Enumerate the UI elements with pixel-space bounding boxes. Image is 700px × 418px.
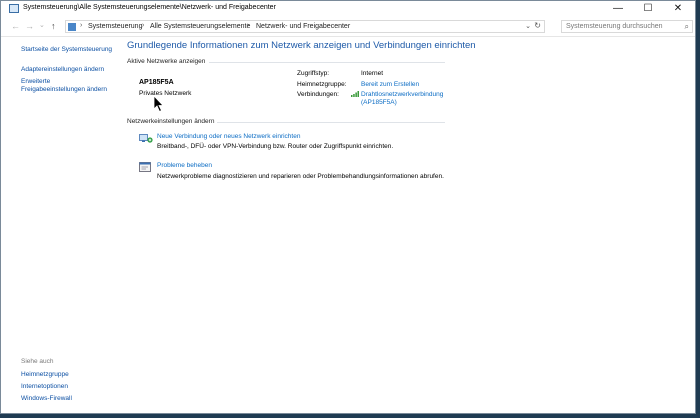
see-also-heading: Siehe auch	[21, 358, 54, 365]
connection-link-ssid[interactable]: (AP185F5A)	[361, 99, 397, 106]
section-divider	[209, 62, 445, 63]
breadcrumb-separator[interactable]: ›	[247, 22, 249, 29]
sidebar-link-advanced-line1[interactable]: Erweiterte	[21, 78, 50, 86]
connections-label: Verbindungen:	[297, 91, 339, 98]
close-button[interactable]: ✕	[663, 1, 693, 18]
troubleshoot-desc: Netzwerkprobleme diagnostizieren und rep…	[157, 173, 444, 180]
sidebar-link-advanced-line2[interactable]: Freigabeeinstellungen ändern	[21, 86, 107, 94]
access-type-value: Internet	[361, 70, 384, 77]
homegroup-label: Heimnetzgruppe:	[297, 81, 347, 88]
setup-connection-link[interactable]: Neue Verbindung oder neues Netzwerk einr…	[157, 133, 300, 140]
control-panel-icon	[68, 23, 76, 31]
maximize-button[interactable]: ☐	[633, 1, 663, 18]
address-bar[interactable]: › Systemsteuerung › Alle Systemsteuerung…	[65, 20, 545, 33]
explorer-window: Systemsteuerung\Alle Systemsteuerungsele…	[0, 0, 696, 414]
change-settings-label: Netzwerkeinstellungen ändern	[127, 118, 215, 125]
network-name: AP185F5A	[139, 79, 174, 86]
mouse-cursor-icon	[153, 95, 164, 113]
back-arrow-icon[interactable]: ←	[11, 21, 20, 31]
up-arrow-icon[interactable]: ↑	[51, 21, 56, 31]
access-type-label: Zugriffstyp:	[297, 70, 330, 77]
network-setup-icon	[139, 134, 153, 143]
troubleshoot-link[interactable]: Probleme beheben	[157, 162, 212, 169]
recent-locations-icon[interactable]: ⌄	[39, 21, 45, 29]
network-type[interactable]: Privates Netzwerk	[139, 90, 191, 97]
breadcrumb-netzwerk[interactable]: Netzwerk- und Freigabecenter	[256, 23, 350, 30]
page-title: Grundlegende Informationen zum Netzwerk …	[127, 40, 476, 51]
search-icon[interactable]: ⌕	[685, 22, 689, 32]
navigation-bar: ← → ⌄ ↑ › Systemsteuerung › Alle Systems…	[1, 18, 695, 37]
desktop-edge	[696, 0, 700, 418]
section-divider	[217, 122, 445, 123]
window-icon	[9, 4, 19, 13]
sidebar-link-home[interactable]: Startseite der Systemsteuerung	[21, 46, 112, 54]
breadcrumb-separator[interactable]: ›	[142, 22, 144, 29]
see-also-internet-options[interactable]: Internetoptionen	[21, 383, 68, 391]
window-title: Systemsteuerung\Alle Systemsteuerungsele…	[23, 4, 276, 11]
search-input[interactable]: Systemsteuerung durchsuchen ⌕	[561, 20, 693, 33]
troubleshoot-icon	[139, 162, 151, 172]
breadcrumb-systemsteuerung[interactable]: Systemsteuerung	[88, 23, 142, 30]
sidebar-link-adapter[interactable]: Adaptereinstellungen ändern	[21, 66, 104, 74]
connection-link[interactable]: Drahtlosnetzwerkverbindung	[361, 91, 443, 98]
desktop-edge	[0, 414, 700, 418]
main-content: Grundlegende Informationen zum Netzwerk …	[127, 37, 695, 413]
homegroup-link[interactable]: Bereit zum Erstellen	[361, 81, 419, 88]
title-bar[interactable]: Systemsteuerung\Alle Systemsteuerungsele…	[1, 1, 695, 18]
search-placeholder: Systemsteuerung durchsuchen	[566, 23, 663, 30]
breadcrumb-separator: ›	[80, 22, 83, 29]
minimize-button[interactable]: —	[603, 1, 633, 18]
wifi-signal-icon	[351, 91, 359, 97]
forward-arrow-icon[interactable]: →	[25, 21, 34, 31]
address-dropdown-icon[interactable]: ⌄	[525, 22, 531, 30]
sidebar: Startseite der Systemsteuerung Adapterei…	[1, 37, 119, 413]
see-also-homegroup[interactable]: Heimnetzgruppe	[21, 371, 69, 379]
breadcrumb-alle-elemente[interactable]: Alle Systemsteuerungselemente	[150, 23, 250, 30]
setup-connection-desc: Breitband-, DFÜ- oder VPN-Verbindung bzw…	[157, 143, 394, 150]
see-also-firewall[interactable]: Windows-Firewall	[21, 395, 72, 403]
refresh-icon[interactable]: ↻	[534, 21, 541, 30]
active-networks-label: Aktive Netzwerke anzeigen	[127, 58, 206, 65]
